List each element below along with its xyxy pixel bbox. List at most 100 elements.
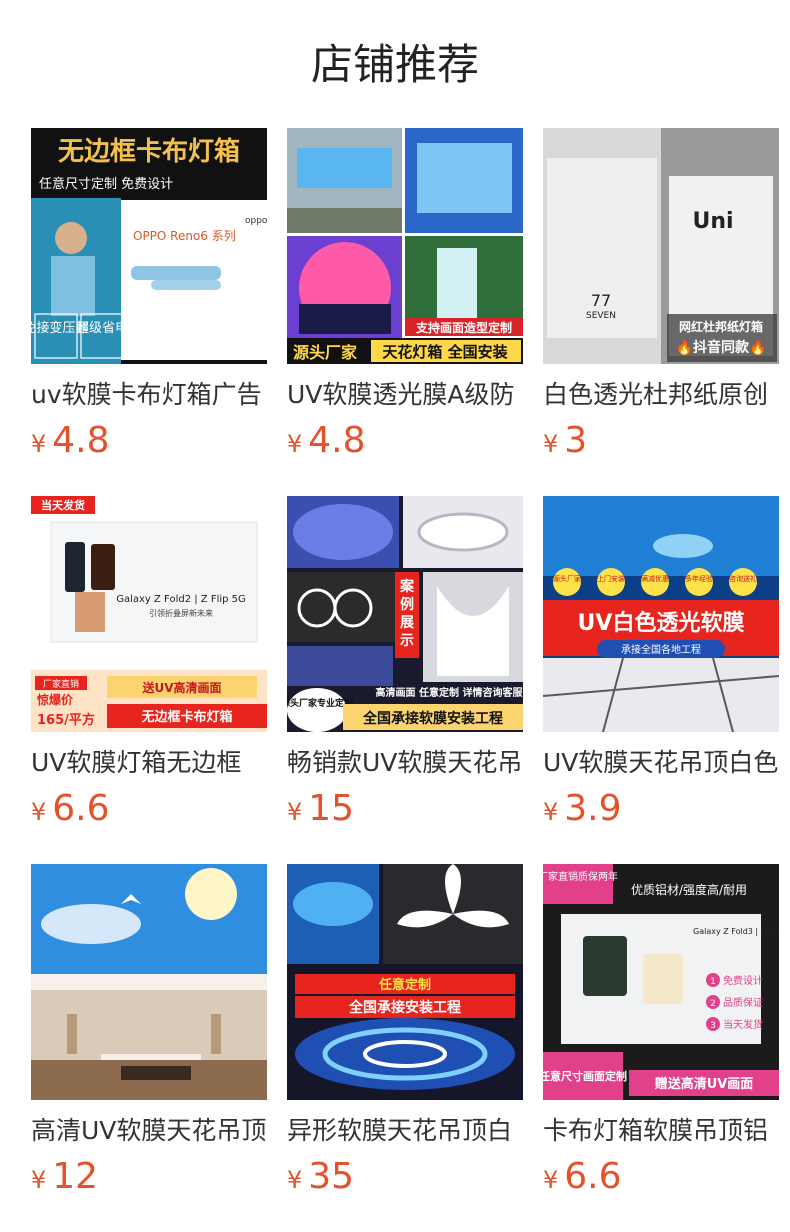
svg-text:展: 展 (400, 615, 414, 631)
svg-text:任意定制: 任意定制 (378, 977, 431, 993)
product-image-graphic (31, 864, 267, 1100)
price-value: 4.8 (52, 420, 110, 461)
product-image[interactable]: 案 例 展 示 高清画面 任意定制 详情咨询客服 源头厂家专业定制 全国承接软膜… (287, 496, 523, 732)
product-card[interactable]: 高清UV软膜天花吊顶 ¥12 (31, 864, 267, 1232)
product-card[interactable]: 当天发货 Galaxy Z Fold2 | Z Flip 5G 引领折叠屏新未来… (31, 496, 267, 864)
product-image[interactable]: 当天发货 Galaxy Z Fold2 | Z Flip 5G 引领折叠屏新未来… (31, 496, 267, 732)
svg-text:oppo: oppo (245, 216, 267, 226)
product-name[interactable]: 畅销款UV软膜天花吊 (287, 746, 523, 780)
price-value: 15 (308, 788, 355, 829)
product-name[interactable]: 异形软膜天花吊顶白 (287, 1114, 523, 1148)
product-image-graphic: 支持画面造型定制 源头厂家 天花灯箱 全国安装 (287, 128, 523, 364)
product-price: ¥4.8 (287, 420, 523, 464)
svg-text:承接全国各地工程: 承接全国各地工程 (621, 643, 701, 656)
svg-text:网红杜邦纸灯箱: 网红杜邦纸灯箱 (679, 319, 763, 334)
image-headline: 无边框卡布灯箱 (58, 136, 240, 167)
product-price: ¥3 (543, 420, 779, 464)
product-name[interactable]: 卡布灯箱软膜吊顶铝 (543, 1114, 779, 1148)
svg-text:Galaxy Z Fold3 | Flip3 5G: Galaxy Z Fold3 | Flip3 5G (693, 927, 779, 936)
svg-text:惊爆价: 惊爆价 (37, 692, 74, 707)
product-image-graphic: 源头厂家 上门安装 满减优惠 多年经验 咨询送礼 UV白色透光软膜 承接全国各地… (543, 496, 779, 732)
svg-text:多年经验: 多年经验 (685, 574, 713, 583)
page: 店铺推荐 无边框卡布灯箱 任意尺寸定制 免费设计 oppo OPPO Reno6… (0, 0, 790, 1232)
product-price: ¥3.9 (543, 788, 779, 832)
product-image-graphic: 任意定制 全国承接安装工程 (287, 864, 523, 1100)
product-name[interactable]: uv软膜卡布灯箱广告 (31, 378, 267, 412)
svg-text:任意尺寸画面定制: 任意尺寸画面定制 (543, 1069, 627, 1083)
product-price: ¥6.6 (31, 788, 267, 832)
product-price: ¥35 (287, 1156, 523, 1200)
svg-text:1: 1 (710, 977, 716, 987)
svg-text:🔥抖音同款🔥: 🔥抖音同款🔥 (676, 339, 767, 356)
price-value: 35 (308, 1156, 355, 1197)
image-subtitle: 任意尺寸定制 免费设计 (39, 176, 173, 192)
svg-text:天花灯箱 全国安装: 天花灯箱 全国安装 (382, 343, 508, 361)
product-image[interactable] (31, 864, 267, 1100)
price-value: 3.9 (564, 788, 622, 829)
svg-text:赠送高清UV画面: 赠送高清UV画面 (655, 1076, 754, 1092)
svg-text:送UV高清画面: 送UV高清画面 (141, 680, 221, 695)
product-price: ¥4.8 (31, 420, 267, 464)
product-card[interactable]: Uni 77 SEVEN 网红杜邦纸灯箱 🔥抖音同款🔥 白色透光杜邦纸原创 ¥3 (543, 128, 779, 496)
product-image[interactable]: 支持画面造型定制 源头厂家 天花灯箱 全国安装 (287, 128, 523, 364)
price-value: 6.6 (564, 1156, 622, 1197)
product-image[interactable]: 任意定制 全国承接安装工程 (287, 864, 523, 1100)
svg-text:77: 77 (591, 291, 611, 310)
product-price: ¥15 (287, 788, 523, 832)
product-image-graphic: Uni 77 SEVEN 网红杜邦纸灯箱 🔥抖音同款🔥 (543, 128, 779, 364)
product-name[interactable]: UV软膜透光膜A级防 (287, 378, 523, 412)
price-value: 4.8 (308, 420, 366, 461)
price-value: 3 (564, 420, 588, 461)
price-value: 6.6 (52, 788, 110, 829)
currency-symbol: ¥ (31, 798, 47, 826)
price-value: 12 (52, 1156, 99, 1197)
svg-text:引领折叠屏新未来: 引领折叠屏新未来 (149, 608, 213, 618)
product-card[interactable]: 案 例 展 示 高清画面 任意定制 详情咨询客服 源头厂家专业定制 全国承接软膜… (287, 496, 523, 864)
product-image[interactable]: 无边框卡布灯箱 任意尺寸定制 免费设计 oppo OPPO Reno6 系列 免… (31, 128, 267, 364)
svg-text:Uni: Uni (692, 209, 733, 234)
svg-text:源头厂家: 源头厂家 (293, 343, 358, 362)
svg-text:案: 案 (399, 578, 415, 595)
svg-text:超级静音: 超级静音 (122, 320, 174, 336)
svg-text:示: 示 (400, 633, 414, 649)
image-caption: 高清画面 任意定制 详情咨询客服 (376, 686, 523, 699)
svg-text:超级省电: 超级省电 (76, 321, 128, 336)
product-image-graphic: 当天发货 Galaxy Z Fold2 | Z Flip 5G 引领折叠屏新未来… (31, 496, 267, 732)
product-card[interactable]: 任意定制 全国承接安装工程 异形软膜天花吊顶白 ¥35 (287, 864, 523, 1232)
product-image-graphic: 厂家直销质保两年 优质铝材/强度高/耐用 Galaxy Z Fold3 | Fl… (543, 864, 779, 1100)
currency-symbol: ¥ (31, 430, 47, 458)
product-name[interactable]: UV软膜灯箱无边框 (31, 746, 267, 780)
product-card[interactable]: 支持画面造型定制 源头厂家 天花灯箱 全国安装 UV软膜透光膜A级防 ¥4.8 (287, 128, 523, 496)
product-price: ¥12 (31, 1156, 267, 1200)
svg-text:Galaxy Z Fold2 | Z Flip 5G: Galaxy Z Fold2 | Z Flip 5G (116, 594, 246, 605)
currency-symbol: ¥ (287, 430, 303, 458)
product-name[interactable]: 白色透光杜邦纸原创 (543, 378, 779, 412)
product-price: ¥6.6 (543, 1156, 779, 1200)
svg-text:例: 例 (400, 596, 414, 613)
currency-symbol: ¥ (287, 1166, 303, 1194)
svg-text:源头厂家: 源头厂家 (553, 574, 581, 583)
svg-text:咨询送礼: 咨询送礼 (729, 574, 757, 583)
svg-text:厂家直销质保两年: 厂家直销质保两年 (543, 870, 618, 883)
product-image[interactable]: 源头厂家 上门安装 满减优惠 多年经验 咨询送礼 UV白色透光软膜 承接全国各地… (543, 496, 779, 732)
product-name[interactable]: UV软膜天花吊顶白色 (543, 746, 779, 780)
product-card[interactable]: 厂家直销质保两年 优质铝材/强度高/耐用 Galaxy Z Fold3 | Fl… (543, 864, 779, 1232)
svg-text:支持画面造型定制: 支持画面造型定制 (415, 320, 512, 335)
product-name[interactable]: 高清UV软膜天花吊顶 (31, 1114, 267, 1148)
currency-symbol: ¥ (543, 430, 559, 458)
product-image[interactable]: Uni 77 SEVEN 网红杜邦纸灯箱 🔥抖音同款🔥 (543, 128, 779, 364)
currency-symbol: ¥ (287, 798, 303, 826)
image-brand: OPPO Reno6 系列 (133, 229, 236, 243)
product-card[interactable]: 源头厂家 上门安装 满减优惠 多年经验 咨询送礼 UV白色透光软膜 承接全国各地… (543, 496, 779, 864)
product-card[interactable]: 无边框卡布灯箱 任意尺寸定制 免费设计 oppo OPPO Reno6 系列 免… (31, 128, 267, 496)
svg-text:无边框卡布灯箱: 无边框卡布灯箱 (140, 709, 232, 725)
svg-text:上门安装: 上门安装 (597, 574, 625, 583)
svg-text:165/平方: 165/平方 (37, 712, 95, 728)
product-image[interactable]: 厂家直销质保两年 优质铝材/强度高/耐用 Galaxy Z Fold3 | Fl… (543, 864, 779, 1100)
svg-text:免费设计: 免费设计 (723, 974, 763, 987)
product-image-graphic: 无边框卡布灯箱 任意尺寸定制 免费设计 oppo OPPO Reno6 系列 免… (31, 128, 267, 364)
currency-symbol: ¥ (543, 798, 559, 826)
svg-text:品质保证: 品质保证 (723, 996, 763, 1009)
currency-symbol: ¥ (543, 1166, 559, 1194)
product-image-graphic: 案 例 展 示 高清画面 任意定制 详情咨询客服 源头厂家专业定制 全国承接软膜… (287, 496, 523, 732)
